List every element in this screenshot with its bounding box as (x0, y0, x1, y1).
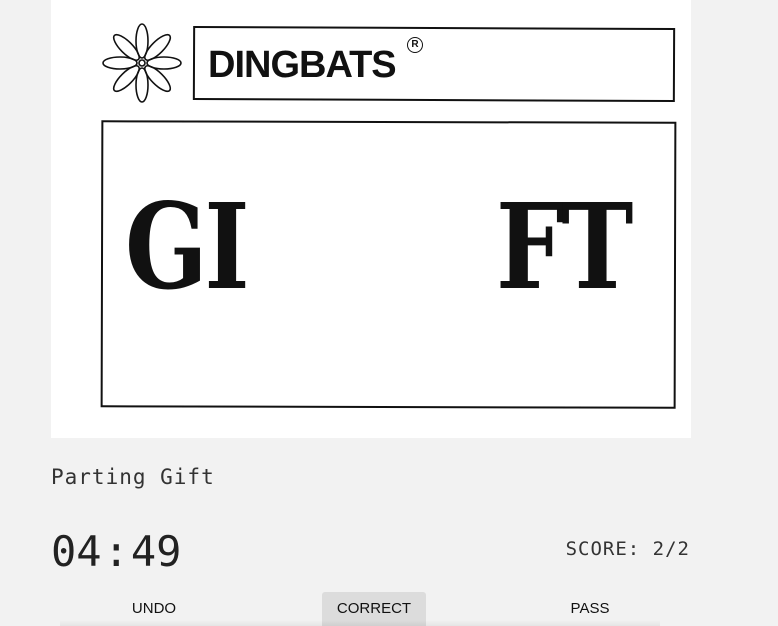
timer-seconds: 49 (130, 527, 182, 576)
score-display: SCORE: 2/2 (565, 538, 690, 560)
brand-title: DINGBATS (208, 44, 397, 86)
bottom-shadow (60, 620, 660, 626)
flower-icon (102, 23, 182, 103)
timer-minutes: 04 (51, 527, 102, 576)
puzzle-text-right: FT (496, 177, 633, 316)
registered-mark-icon: R (407, 37, 423, 53)
countdown-timer: 04:49 (51, 527, 181, 576)
timer-separator: : (103, 527, 129, 576)
answer-text: Parting Gift (51, 465, 215, 489)
puzzle-text-left: GI (125, 177, 250, 316)
